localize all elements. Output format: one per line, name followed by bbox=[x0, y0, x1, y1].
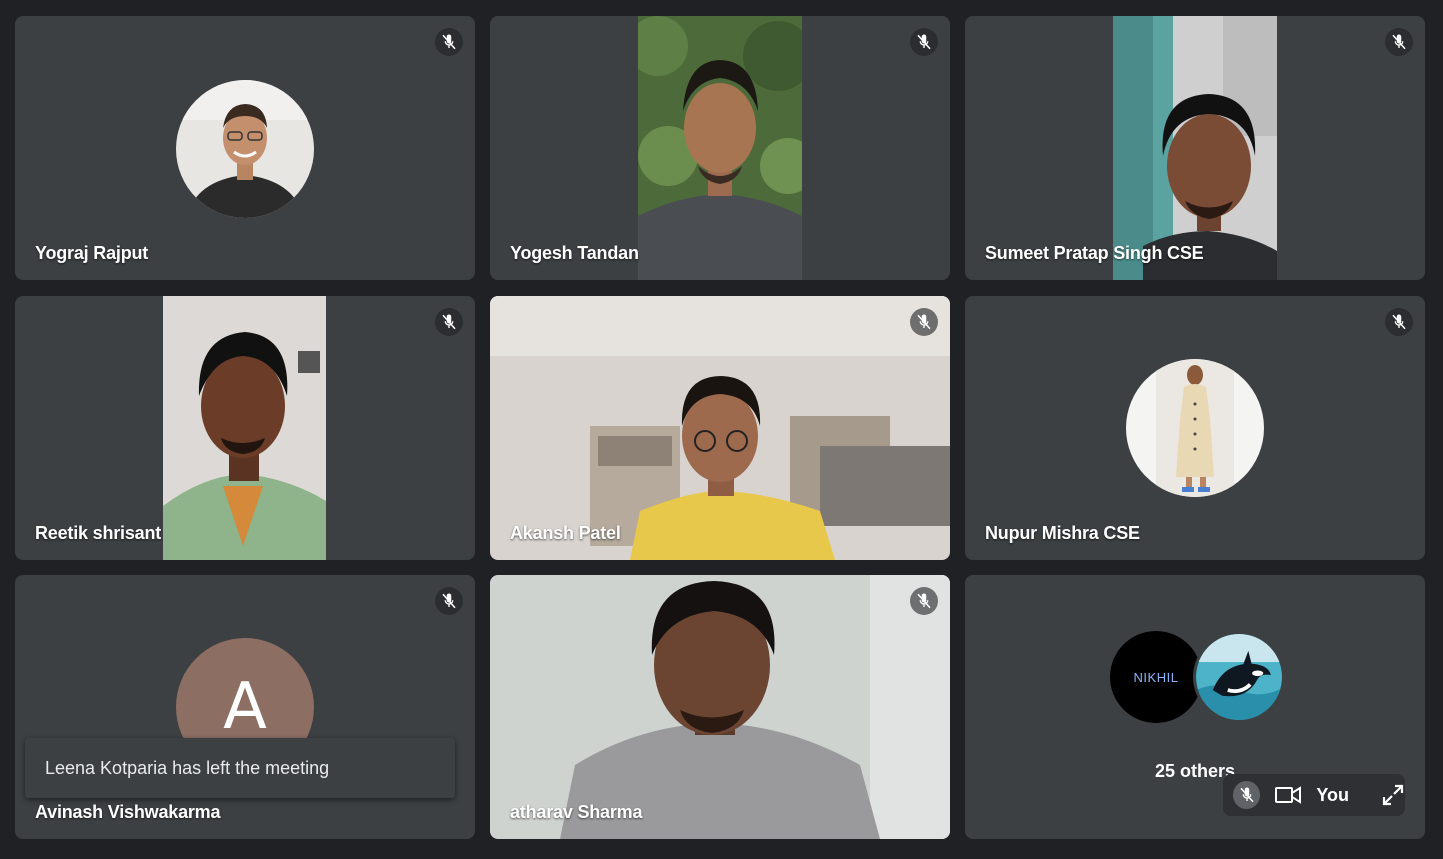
expand-icon[interactable] bbox=[1381, 783, 1405, 807]
mic-off-icon bbox=[1385, 308, 1413, 336]
participant-name: Sumeet Pratap Singh CSE bbox=[985, 243, 1204, 263]
participant-tile[interactable]: Reetik shrisant bbox=[15, 296, 475, 560]
mic-off-icon bbox=[435, 308, 463, 336]
participant-tile[interactable]: Yogesh Tandan bbox=[490, 16, 950, 280]
mic-off-icon bbox=[910, 28, 938, 56]
participant-name: Akansh Patel bbox=[510, 523, 621, 543]
participant-video bbox=[1113, 16, 1277, 280]
participant-name: Yograj Rajput bbox=[35, 243, 149, 263]
participant-video bbox=[490, 575, 950, 839]
participant-name: Nupur Mishra CSE bbox=[985, 523, 1140, 543]
participant-name: Yogesh Tandan bbox=[510, 243, 639, 263]
participant-name: Reetik shrisant bbox=[35, 523, 162, 543]
others-avatar-orca bbox=[1193, 631, 1285, 723]
participant-avatar bbox=[176, 80, 314, 218]
participant-avatar bbox=[1126, 359, 1264, 497]
mic-off-icon bbox=[435, 587, 463, 615]
notification-toast: Leena Kotparia has left the meeting bbox=[25, 738, 455, 798]
mic-off-icon[interactable] bbox=[1233, 781, 1261, 809]
participant-tile[interactable]: Sumeet Pratap Singh CSE bbox=[965, 16, 1425, 280]
participant-video bbox=[638, 16, 802, 280]
participant-tile[interactable]: A Avinash Vishwakarma bbox=[15, 575, 475, 839]
others-tile[interactable]: NIKHIL 25 others You bbox=[965, 575, 1425, 839]
participant-video bbox=[490, 296, 950, 560]
others-avatar-nikhil: NIKHIL bbox=[1110, 631, 1202, 723]
participant-video bbox=[163, 296, 326, 560]
mic-off-icon bbox=[910, 587, 938, 615]
mic-off-icon bbox=[1385, 28, 1413, 56]
mic-off-icon bbox=[435, 28, 463, 56]
participant-tile[interactable]: Yograj Rajput bbox=[15, 16, 475, 280]
participant-name: Avinash Vishwakarma bbox=[35, 802, 221, 822]
self-view-label: You bbox=[1316, 784, 1349, 805]
participant-tile[interactable]: Akansh Patel bbox=[490, 296, 950, 560]
mic-off-icon bbox=[910, 308, 938, 336]
meeting-grid: Yograj Rajput Yogesh Tandan Sumeet Prata… bbox=[0, 0, 1443, 859]
participant-name: atharav Sharma bbox=[510, 802, 643, 822]
participant-tile[interactable]: atharav Sharma bbox=[490, 575, 950, 839]
participant-tile[interactable]: Nupur Mishra CSE bbox=[965, 296, 1425, 560]
self-view-controls: You bbox=[1223, 774, 1405, 816]
videocam-icon[interactable] bbox=[1274, 783, 1302, 807]
